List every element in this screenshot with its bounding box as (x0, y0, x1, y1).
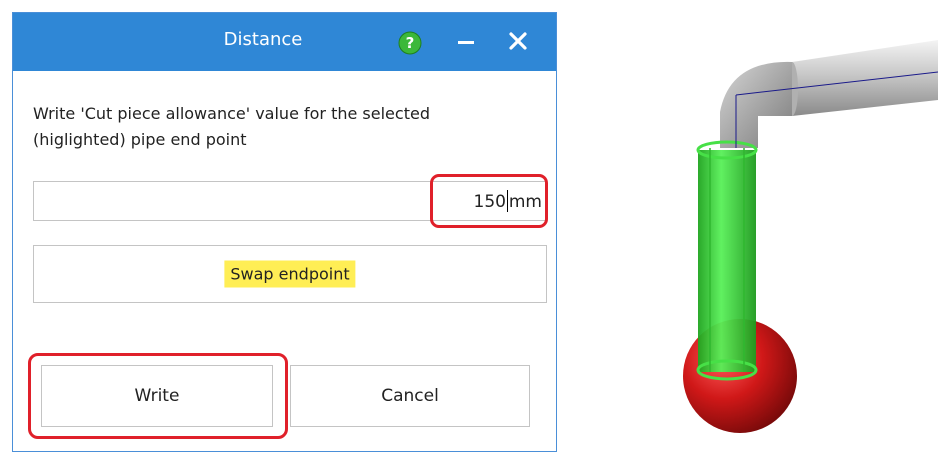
distance-dialog: Distance ? Write 'Cut piece allowance' v… (12, 12, 557, 452)
question-mark-icon[interactable]: ? (398, 31, 422, 55)
pipe-elbow (720, 61, 792, 148)
3d-viewport[interactable] (560, 0, 938, 452)
dialog-title: Distance (223, 29, 303, 50)
cancel-button[interactable]: Cancel (290, 365, 530, 427)
close-icon[interactable] (507, 30, 529, 52)
dialog-titlebar[interactable]: Distance ? (13, 13, 556, 71)
instruction-text: Write 'Cut piece allowance' value for th… (33, 101, 533, 153)
swap-endpoint-button[interactable]: Swap endpoint (33, 245, 547, 303)
minimize-icon[interactable] (458, 41, 474, 44)
selected-pipe[interactable] (698, 150, 756, 372)
swap-endpoint-label: Swap endpoint (224, 260, 356, 288)
pipe-model[interactable] (683, 40, 938, 433)
value-highlight-annotation (430, 174, 548, 228)
write-button[interactable]: Write (41, 365, 273, 427)
instruction-line-2: (higlighted) pipe end point (33, 130, 247, 149)
instruction-line-1: Write 'Cut piece allowance' value for th… (33, 104, 430, 123)
horizontal-pipe (792, 40, 938, 116)
svg-text:?: ? (406, 34, 415, 52)
